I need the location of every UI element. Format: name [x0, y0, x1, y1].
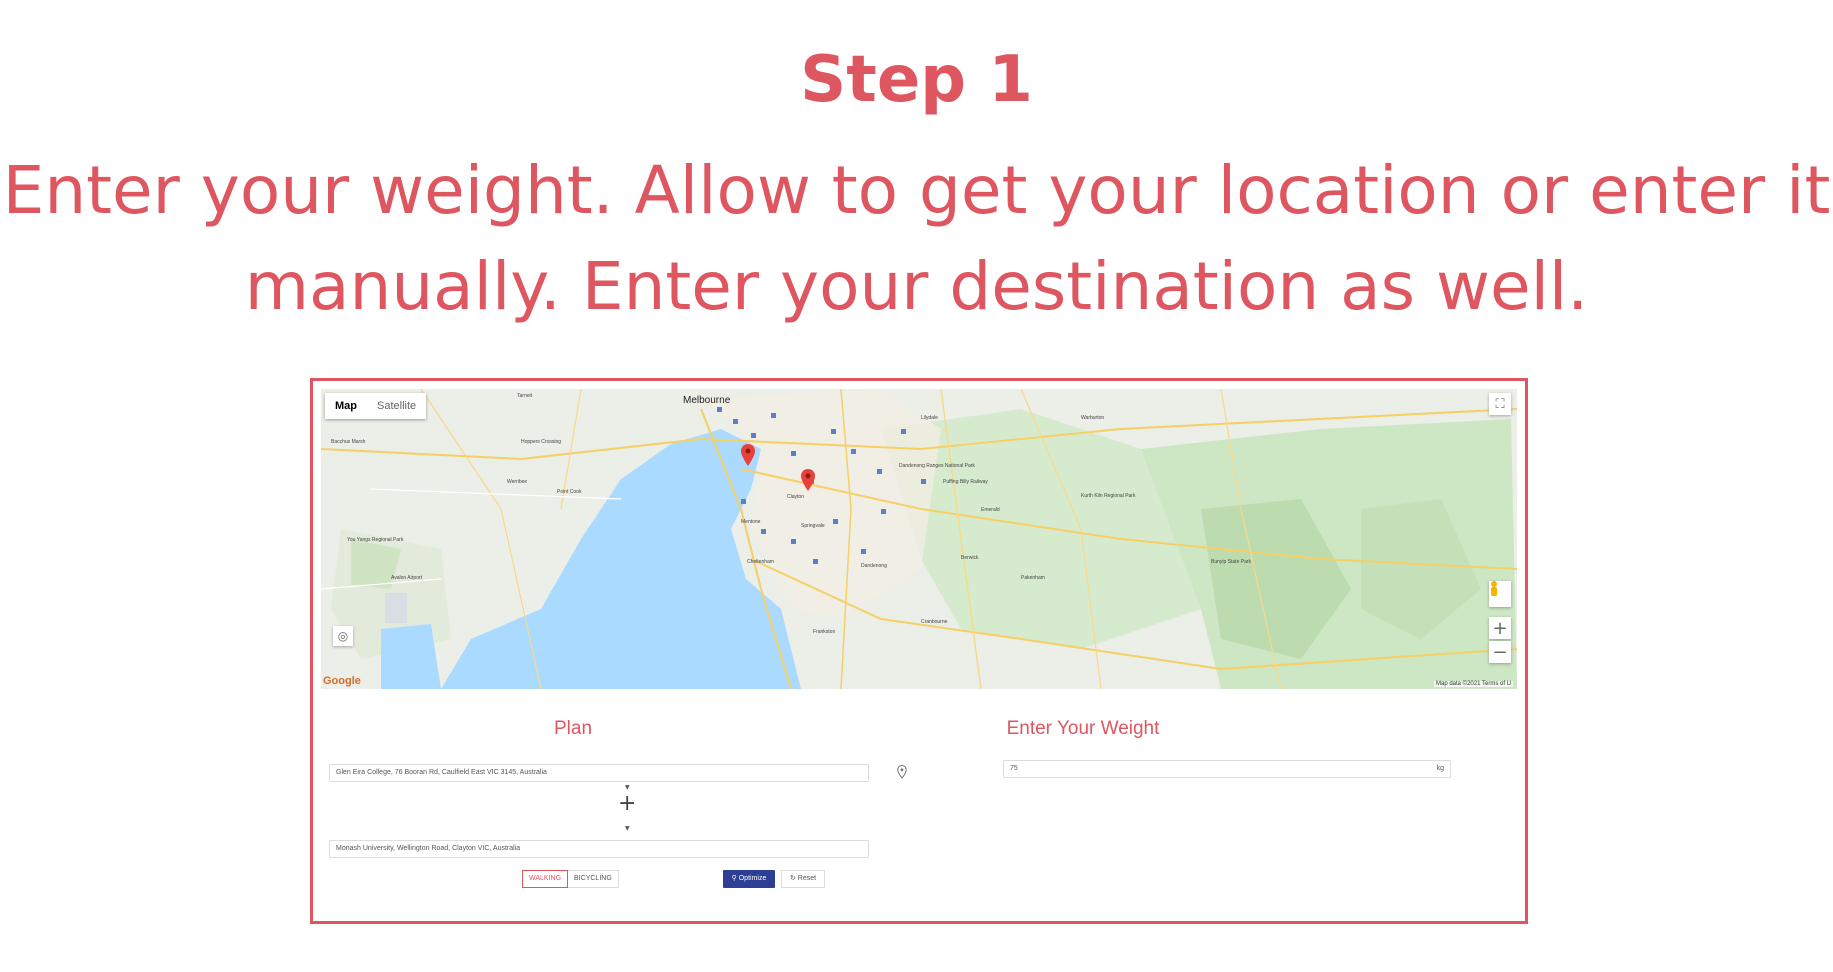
app-screenshot-frame: Map Satellite Melbourne Clayton Werribee… [310, 378, 1528, 924]
reset-icon: ↻ [789, 875, 796, 882]
weight-value: 75 [1010, 765, 1018, 772]
travel-mode-toggle: WALKING BICYCLING [522, 870, 619, 888]
optimize-label: Optimize [738, 875, 767, 882]
my-location-icon[interactable]: ◎ [333, 626, 353, 646]
map-label-bunyip: Bunyip State Park [1211, 559, 1252, 565]
map-label-dandenong-ranges: Dandenong Ranges National Park [899, 463, 975, 469]
map-label-lilydale: Lilydale [921, 415, 938, 421]
map-label-cheltenham: Cheltenham [747, 559, 774, 565]
instruction-line-1: Enter your weight. Allow to get your loc… [2, 152, 1831, 229]
weight-title: Enter Your Weight [1006, 718, 1160, 739]
map-label-springvale: Springvale [801, 523, 825, 529]
map-label-berwick: Berwick [961, 555, 979, 561]
map-label-pakenham: Pakenham [1021, 575, 1045, 581]
walking-mode-button[interactable]: WALKING [522, 870, 569, 888]
destination-marker[interactable] [801, 469, 815, 491]
instruction-line-2: manually. Enter your destination as well… [244, 248, 1589, 325]
reset-label: Reset [797, 875, 817, 882]
map-label-hoppers-crossing: Hoppers Crossing [521, 439, 562, 445]
location-pin-icon[interactable] [897, 765, 907, 779]
weight-input[interactable]: 75 kg [1003, 760, 1451, 778]
map-view[interactable]: Map Satellite Melbourne Clayton Werribee… [321, 389, 1517, 689]
destination-input[interactable]: Monash University, Wellington Road, Clay… [329, 840, 869, 858]
map-label-werribee: Werribee [507, 479, 528, 485]
map-label-point-cook: Point Cook [557, 489, 582, 495]
google-logo: Google [323, 675, 361, 687]
origin-input[interactable]: Glen Eira College, 76 Booran Rd, Caulfie… [329, 764, 869, 782]
map-label-warburton: Warburton [1081, 415, 1105, 421]
zoom-in-icon[interactable]: + [1489, 617, 1511, 639]
map-label-mentone: Mentone [741, 519, 761, 525]
weight-unit: kg [1436, 765, 1444, 772]
zoom-out-icon[interactable]: − [1489, 641, 1511, 663]
map-label-clayton: Clayton [787, 494, 804, 500]
map-label-you-yangs: You Yangs Regional Park [347, 537, 404, 543]
map-type-map-button[interactable]: Map [325, 393, 367, 419]
fullscreen-icon[interactable]: ⛶ [1489, 393, 1511, 415]
map-label-avalon: Avalon Airport [391, 575, 423, 581]
map-label-bacchus-marsh: Bacchus Marsh [331, 439, 366, 445]
add-waypoint-button[interactable]: + [618, 791, 636, 816]
map-label-frankston: Frankston [813, 629, 836, 635]
map-label-emerald: Emerald [981, 507, 1000, 513]
map-terrain [321, 389, 1517, 689]
map-label-dandenong: Dandenong [861, 563, 887, 569]
map-label-puffing-billy: Puffing Billy Railway [943, 479, 988, 485]
map-label-melbourne: Melbourne [683, 395, 731, 406]
optimize-button[interactable]: ⚲ Optimize [723, 870, 775, 888]
bicycling-mode-button[interactable]: BICYCLING [568, 870, 619, 888]
map-label-tarneit: Tarneit [517, 393, 533, 399]
map-label-kurth-kiln: Kurth Kiln Regional Park [1081, 493, 1136, 499]
map-type-control: Map Satellite [325, 393, 427, 419]
map-label-cranbourne: Cranbourne [921, 619, 948, 625]
pegman-icon[interactable] [1489, 581, 1511, 607]
step-title: Step 1 [800, 43, 1033, 117]
caret-down-icon: ▼ [625, 825, 630, 832]
reset-button[interactable]: ↻ Reset [781, 870, 825, 888]
map-attribution[interactable]: Map data ©2021 Terms of U [1433, 681, 1513, 687]
optimize-icon: ⚲ [731, 875, 737, 882]
origin-marker[interactable] [741, 444, 755, 466]
map-type-satellite-button[interactable]: Satellite [367, 393, 426, 419]
plan-title: Plan [553, 718, 593, 739]
caret-down-icon: ▼ [625, 784, 630, 791]
